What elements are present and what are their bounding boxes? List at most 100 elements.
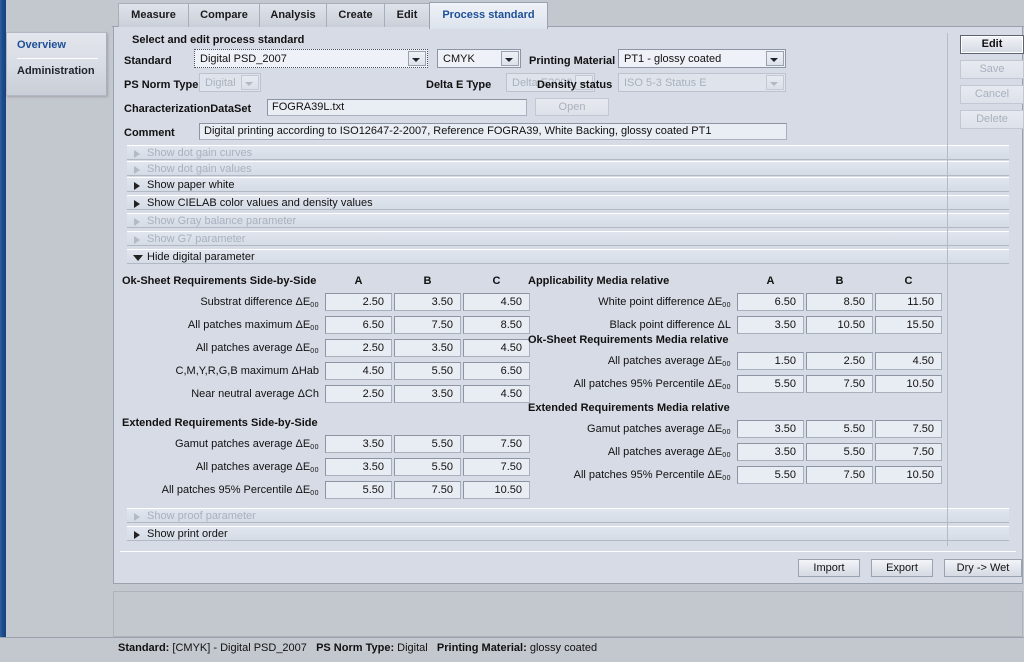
subscript: 00 bbox=[310, 348, 319, 355]
subscript: 00 bbox=[722, 475, 731, 482]
triangle-right-icon bbox=[134, 200, 140, 208]
param-value-all-patches-average-e-c[interactable]: 4.50 bbox=[875, 352, 942, 370]
section-show-proof-parameter: Show proof parameter bbox=[127, 508, 1009, 523]
triangle-right-icon bbox=[134, 166, 140, 174]
param-value-black-point-difference-l-c[interactable]: 15.50 bbox=[875, 316, 942, 334]
section-show-print-order[interactable]: Show print order bbox=[127, 526, 1009, 541]
param-value-black-point-difference-l-b[interactable]: 10.50 bbox=[806, 316, 873, 334]
printing-material-select[interactable]: PT1 - glossy coated bbox=[618, 49, 786, 68]
param-value-all-patches-average-e-a[interactable]: 1.50 bbox=[737, 352, 804, 370]
sidebar-item-administration[interactable]: Administration bbox=[7, 59, 106, 84]
sidebar-item-label: Overview bbox=[17, 39, 66, 51]
param-value-all-patches-95-percentile-e-b[interactable]: 7.50 bbox=[394, 481, 461, 499]
section-show-g7-parameter: Show G7 parameter bbox=[127, 231, 1009, 246]
param-value-substrat-difference-e-c[interactable]: 4.50 bbox=[463, 293, 530, 311]
param-value-all-patches-95-percentile-e-c[interactable]: 10.50 bbox=[463, 481, 530, 499]
param-value-all-patches-95-percentile-e-c[interactable]: 10.50 bbox=[875, 375, 942, 393]
param-value-all-patches-maximum-e-a[interactable]: 6.50 bbox=[325, 316, 392, 334]
param-value-all-patches-average-e-a[interactable]: 3.50 bbox=[325, 458, 392, 476]
param-value-gamut-patches-average-e-a[interactable]: 3.50 bbox=[325, 435, 392, 453]
comment-label: Comment bbox=[124, 127, 175, 139]
param-value-gamut-patches-average-e-c[interactable]: 7.50 bbox=[875, 420, 942, 438]
status-norm-key: PS Norm Type: bbox=[316, 642, 395, 654]
param-value-all-patches-95-percentile-e-b[interactable]: 7.50 bbox=[806, 375, 873, 393]
param-value-gamut-patches-average-e-c[interactable]: 7.50 bbox=[463, 435, 530, 453]
sidebar-item-label: Administration bbox=[17, 65, 95, 77]
param-value-all-patches-95-percentile-e-a[interactable]: 5.50 bbox=[737, 466, 804, 484]
param-value-all-patches-95-percentile-e-a[interactable]: 5.50 bbox=[737, 375, 804, 393]
rail-accent-stripe bbox=[0, 0, 6, 661]
colorspace-select[interactable]: CMYK bbox=[437, 49, 521, 68]
param-value-all-patches-95-percentile-e-b[interactable]: 7.50 bbox=[806, 466, 873, 484]
tab-label: Edit bbox=[396, 9, 418, 21]
param-value-black-point-difference-l-a[interactable]: 3.50 bbox=[737, 316, 804, 334]
param-value-c-m-y-r-g-b-maximum-hab-c[interactable]: 6.50 bbox=[463, 362, 530, 380]
param-value-white-point-difference-e-c[interactable]: 11.50 bbox=[875, 293, 942, 311]
param-value-substrat-difference-e-b[interactable]: 3.50 bbox=[394, 293, 461, 311]
param-value-gamut-patches-average-e-a[interactable]: 3.50 bbox=[737, 420, 804, 438]
param-value-substrat-difference-e-a[interactable]: 2.50 bbox=[325, 293, 392, 311]
open-button: Open bbox=[535, 98, 609, 116]
param-value-all-patches-average-e-b[interactable]: 2.50 bbox=[806, 352, 873, 370]
param-value-c-m-y-r-g-b-maximum-hab-a[interactable]: 4.50 bbox=[325, 362, 392, 380]
tab-analysis[interactable]: Analysis bbox=[259, 3, 327, 28]
chevron-down-icon[interactable] bbox=[766, 51, 784, 66]
param-value-white-point-difference-e-a[interactable]: 6.50 bbox=[737, 293, 804, 311]
tab-process-standard[interactable]: Process standard bbox=[429, 2, 548, 29]
status-bar: Standard: [CMYK] - Digital PSD_2007 PS N… bbox=[0, 637, 1024, 662]
characterization-dataset-label: CharacterizationDataSet bbox=[124, 103, 252, 115]
tab-compare[interactable]: Compare bbox=[188, 3, 260, 28]
edit-button[interactable]: Edit bbox=[960, 35, 1024, 54]
tab-edit[interactable]: Edit bbox=[384, 3, 430, 28]
section-show-paper-white[interactable]: Show paper white bbox=[127, 177, 1009, 192]
section-label: Show CIELAB color values and density val… bbox=[147, 197, 373, 209]
status-text: Standard: [CMYK] - Digital PSD_2007 PS N… bbox=[118, 642, 597, 654]
characterization-dataset-field[interactable]: FOGRA39L.txt bbox=[267, 99, 527, 116]
chevron-down-icon[interactable] bbox=[408, 51, 426, 66]
tab-measure[interactable]: Measure bbox=[118, 3, 189, 28]
import-button[interactable]: Import bbox=[798, 559, 860, 577]
group-title-ok-sheet-requirements-media-relative: Ok-Sheet Requirements Media relative bbox=[528, 334, 729, 346]
param-value-all-patches-average-e-a[interactable]: 2.50 bbox=[325, 339, 392, 357]
ps-norm-type-label: PS Norm Type bbox=[124, 79, 199, 91]
param-value-all-patches-average-e-c[interactable]: 7.50 bbox=[875, 443, 942, 461]
param-value-all-patches-average-e-b[interactable]: 3.50 bbox=[394, 339, 461, 357]
section-label: Show dot gain curves bbox=[147, 147, 253, 159]
chevron-down-icon[interactable] bbox=[501, 51, 519, 66]
export-button[interactable]: Export bbox=[871, 559, 933, 577]
param-value-c-m-y-r-g-b-maximum-hab-b[interactable]: 5.50 bbox=[394, 362, 461, 380]
density-status-label: Density status bbox=[537, 79, 613, 91]
standard-select[interactable]: Digital PSD_2007 bbox=[194, 49, 428, 68]
dry-wet-button[interactable]: Dry -> Wet bbox=[944, 559, 1022, 577]
param-label-white-point-difference-e-00: White point difference ΔE00 bbox=[598, 296, 731, 309]
param-label-all-patches-95-percentile-e-00: All patches 95% Percentile ΔE00 bbox=[573, 378, 731, 391]
footer-divider bbox=[120, 551, 1016, 552]
tab-label: Measure bbox=[131, 9, 176, 21]
param-value-all-patches-average-e-b[interactable]: 5.50 bbox=[806, 443, 873, 461]
param-value-all-patches-95-percentile-e-a[interactable]: 5.50 bbox=[325, 481, 392, 499]
comment-field[interactable]: Digital printing according to ISO12647-2… bbox=[199, 123, 787, 140]
param-value-white-point-difference-e-b[interactable]: 8.50 bbox=[806, 293, 873, 311]
param-value-all-patches-maximum-e-b[interactable]: 7.50 bbox=[394, 316, 461, 334]
param-value-near-neutral-average-ch-b[interactable]: 3.50 bbox=[394, 385, 461, 403]
param-value-all-patches-average-e-a[interactable]: 3.50 bbox=[737, 443, 804, 461]
param-value-near-neutral-average-ch-a[interactable]: 2.50 bbox=[325, 385, 392, 403]
param-value-near-neutral-average-ch-c[interactable]: 4.50 bbox=[463, 385, 530, 403]
section-show-cielab-values[interactable]: Show CIELAB color values and density val… bbox=[127, 195, 1009, 210]
subscript: 00 bbox=[310, 302, 319, 309]
tab-create[interactable]: Create bbox=[326, 3, 385, 28]
left-navigation-rail: Overview Administration bbox=[0, 0, 112, 661]
param-value-all-patches-average-e-c[interactable]: 7.50 bbox=[463, 458, 530, 476]
param-value-all-patches-average-e-b[interactable]: 5.50 bbox=[394, 458, 461, 476]
param-value-all-patches-maximum-e-c[interactable]: 8.50 bbox=[463, 316, 530, 334]
param-value-gamut-patches-average-e-b[interactable]: 5.50 bbox=[394, 435, 461, 453]
column-header-b: B bbox=[423, 275, 432, 287]
param-label-all-patches-95-percentile-e-00: All patches 95% Percentile ΔE00 bbox=[573, 469, 731, 482]
param-value-all-patches-average-e-c[interactable]: 4.50 bbox=[463, 339, 530, 357]
section-hide-digital-parameter[interactable]: Hide digital parameter bbox=[127, 249, 1009, 264]
param-value-all-patches-95-percentile-e-c[interactable]: 10.50 bbox=[875, 466, 942, 484]
param-label-substrat-difference-e-00: Substrat difference ΔE00 bbox=[200, 296, 319, 309]
param-value-gamut-patches-average-e-b[interactable]: 5.50 bbox=[806, 420, 873, 438]
status-material-value: glossy coated bbox=[529, 642, 598, 654]
sidebar-item-overview[interactable]: Overview bbox=[7, 33, 106, 58]
